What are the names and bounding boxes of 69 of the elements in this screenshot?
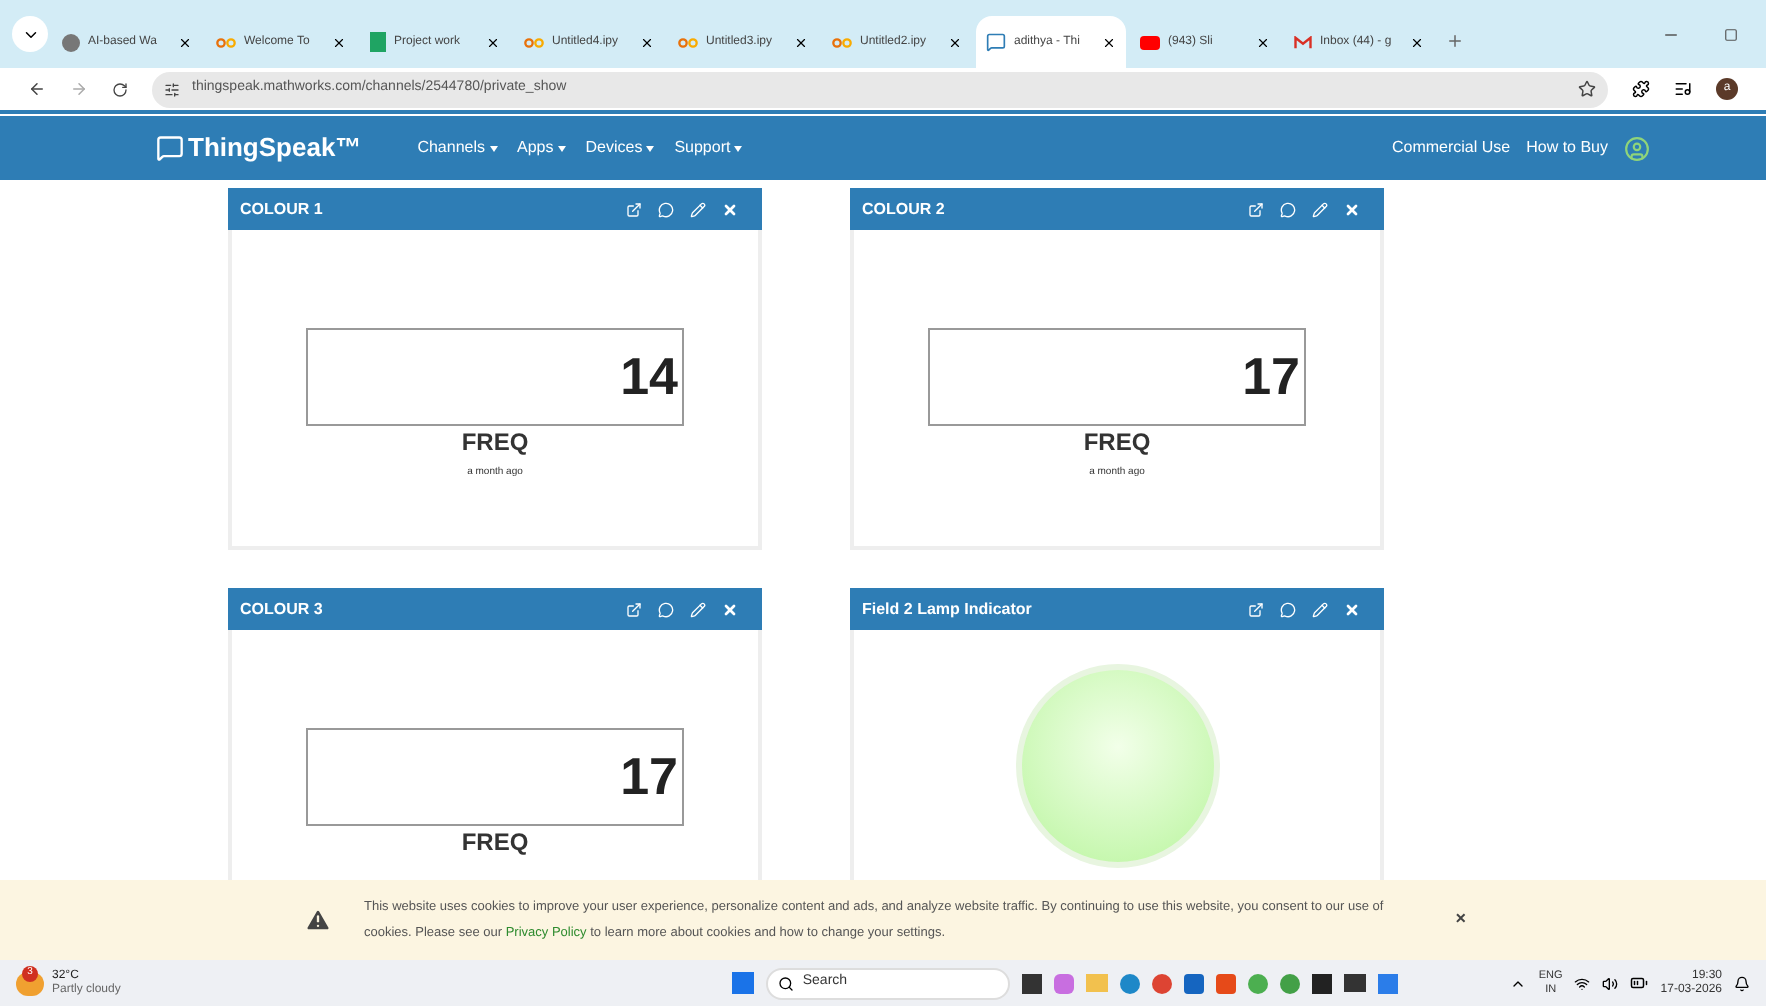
close-icon[interactable] [640,35,654,49]
maximize-icon[interactable] [1724,28,1738,42]
reload-icon[interactable] [112,81,128,97]
nav-menu[interactable]: Channels [417,136,497,160]
wifi-icon[interactable] [1574,975,1591,991]
extensions-icon[interactable] [1632,80,1650,98]
new-tab-icon[interactable] [1446,32,1464,50]
brand-logo[interactable]: ThingSpeak™ [188,128,362,168]
envelope-logo-icon [1294,35,1312,49]
external-link-icon[interactable] [626,201,642,217]
field-label: FREQ [1083,426,1151,458]
pencil-icon[interactable] [1312,201,1328,217]
widget-title: COLOUR 3 [240,597,325,621]
close-icon[interactable] [948,35,962,49]
external-link-icon[interactable] [1248,601,1264,617]
comment-icon[interactable] [1280,601,1296,617]
close-icon[interactable] [178,35,192,49]
close-icon[interactable] [794,35,808,49]
widget-title: COLOUR 2 [862,197,947,221]
close-icon[interactable] [1410,35,1424,49]
site-settings-icon[interactable] [164,81,180,97]
volume-icon[interactable] [1602,975,1619,991]
app-icon[interactable] [1022,973,1043,993]
warning-icon [304,906,332,934]
globe-icon [62,33,80,51]
widget-title: Field 2 Lamp Indicator [862,597,1034,621]
search-icon [778,975,795,991]
play-logo-icon [1140,35,1160,49]
close-icon[interactable] [332,35,346,49]
double-ring-logo-icon [216,37,236,47]
pencil-icon[interactable] [690,201,706,217]
numeric-value: 17 [620,744,678,810]
pencil-icon[interactable] [1312,601,1328,617]
battery-icon[interactable] [1630,974,1649,992]
back-icon[interactable] [28,80,46,98]
app-icon[interactable] [1312,973,1333,993]
field-label: FREQ [461,426,529,458]
nav-link[interactable]: How to Buy [1526,136,1608,160]
comment-icon[interactable] [1280,201,1296,217]
forward-icon[interactable] [70,80,88,98]
nav-menu[interactable]: Devices [585,136,655,160]
external-link-icon[interactable] [626,601,642,617]
close-button[interactable]: × [1455,906,1466,934]
user-avatar-icon[interactable] [1624,135,1650,161]
numeric-value: 17 [1242,344,1300,410]
double-ring-logo-icon [832,37,852,47]
start-icon[interactable] [732,972,755,994]
comment-icon[interactable] [658,201,674,217]
external-link-icon[interactable] [1248,201,1264,217]
speech-bubble-icon [986,32,1006,52]
nav-menu[interactable]: Support [674,136,743,160]
speech-bubble-logo-icon [156,134,184,162]
nav-menu[interactable]: Apps [517,136,566,160]
close-icon[interactable] [1102,35,1116,49]
nav-link[interactable]: Commercial Use [1391,136,1511,160]
numeric-value: 14 [620,344,678,410]
double-ring-logo-icon [524,37,544,47]
widget-title: COLOUR 1 [240,197,325,221]
double-ring-logo-icon [678,37,698,47]
sheet-icon [370,32,386,52]
field-label: FREQ [461,826,529,858]
comment-icon[interactable] [658,601,674,617]
notification-bell-icon[interactable] [1734,975,1750,991]
bookmark-star-icon[interactable] [1578,80,1596,98]
terminal-icon[interactable] [1344,974,1367,992]
media-icon[interactable] [1674,80,1692,98]
pencil-icon[interactable] [690,601,706,617]
close-icon[interactable] [1256,35,1270,49]
close-icon[interactable] [486,35,500,49]
